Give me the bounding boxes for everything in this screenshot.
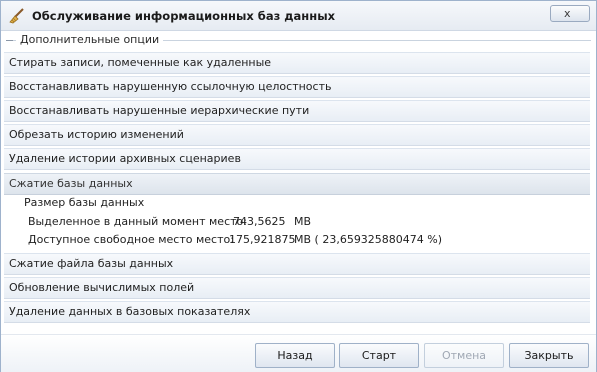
section-label: Обновление вычислимых полей	[9, 281, 195, 294]
section-label: Удаление истории архивных сценариев	[9, 152, 241, 165]
maintenance-dialog: Обслуживание информационных баз данных x…	[0, 0, 597, 372]
section-label: Сжатие файла базы данных	[9, 257, 174, 270]
section-purge-deleted[interactable]: Стирать записи, помеченные как удаленные	[4, 52, 590, 74]
button-bar: Назад Старт Отмена Закрыть	[1, 334, 596, 372]
additional-options-group: Дополнительные опции	[6, 33, 591, 47]
section-compact-db-file[interactable]: Сжатие файла базы данных	[4, 253, 590, 275]
group-divider-accent	[6, 40, 13, 41]
free-space-value: 175,921875	[229, 233, 296, 246]
section-delete-base-indicators[interactable]: Удаление данных в базовых показателях	[4, 301, 590, 323]
title-bar: Обслуживание информационных баз данных x	[1, 1, 596, 31]
section-label: Обрезать историю изменений	[9, 128, 184, 141]
section-label: Стирать записи, помеченные как удаленные	[9, 56, 272, 69]
section-delete-archive-history[interactable]: Удаление истории архивных сценариев	[4, 148, 590, 170]
close-icon: x	[564, 7, 571, 20]
close-window-button[interactable]: x	[550, 5, 590, 22]
allocated-space-value: 743,5625	[233, 215, 286, 228]
section-label: Восстанавливать нарушенные иерархические…	[9, 104, 310, 117]
group-label: Дополнительные опции	[16, 33, 164, 46]
cancel-button[interactable]: Отмена	[424, 343, 504, 368]
section-label: Удаление данных в базовых показателях	[9, 305, 251, 318]
section-restore-hierarchy-paths[interactable]: Восстанавливать нарушенные иерархические…	[4, 100, 590, 122]
section-compact-database[interactable]: Сжатие базы данных	[4, 173, 590, 195]
free-space-label: Доступное свободное место место:	[28, 233, 234, 246]
section-restore-reference-integrity[interactable]: Восстанавливать нарушенную ссылочную цел…	[4, 76, 590, 98]
window-title: Обслуживание информационных баз данных	[32, 9, 336, 23]
close-button[interactable]: Закрыть	[509, 343, 589, 368]
allocated-space-unit: MB	[294, 215, 312, 228]
back-button[interactable]: Назад	[255, 343, 335, 368]
section-label: Восстанавливать нарушенную ссылочную цел…	[9, 80, 332, 93]
section-trim-history[interactable]: Обрезать историю изменений	[4, 124, 590, 146]
start-button[interactable]: Старт	[339, 343, 419, 368]
db-size-panel: Размер базы данных Выделенное в данный м…	[4, 194, 590, 253]
section-update-computed-fields[interactable]: Обновление вычислимых полей	[4, 277, 590, 299]
db-size-heading: Размер базы данных	[24, 196, 145, 209]
section-label: Сжатие базы данных	[9, 177, 133, 190]
free-space-unit: MB ( 23,659325880474 %)	[294, 233, 443, 246]
broom-icon	[9, 8, 24, 24]
allocated-space-label: Выделенное в данный момент место:	[28, 215, 247, 228]
